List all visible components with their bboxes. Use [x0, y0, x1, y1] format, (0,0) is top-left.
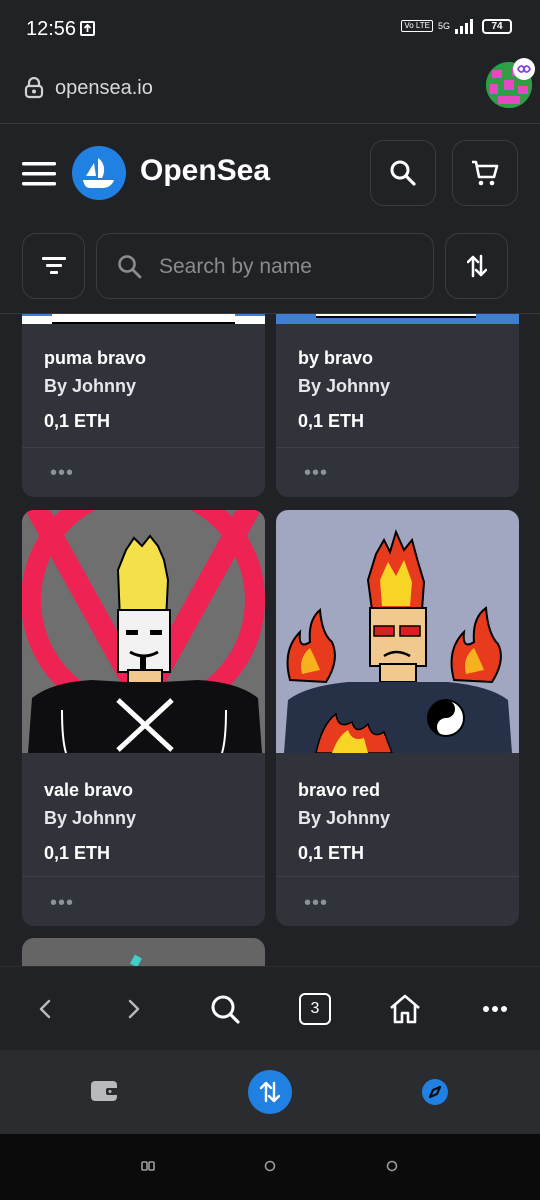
chevron-left-icon	[39, 999, 51, 1019]
wallet-badge-icon	[513, 58, 535, 80]
system-navigation-bar	[0, 1134, 540, 1200]
nft-title[interactable]: vale bravo	[44, 780, 133, 801]
nft-title[interactable]: bravo red	[298, 780, 380, 801]
sort-button[interactable]	[445, 233, 508, 299]
back-circle-icon	[386, 1160, 398, 1172]
browser-search-button[interactable]	[205, 989, 245, 1029]
filter-row	[0, 228, 540, 314]
nft-owner[interactable]: By Johnny	[298, 376, 390, 397]
back-button[interactable]	[25, 989, 65, 1029]
explore-button[interactable]	[421, 1078, 449, 1111]
lock-icon	[24, 77, 44, 99]
nft-image	[130, 954, 142, 966]
card-divider	[22, 876, 265, 877]
nft-card[interactable]: by bravo By Johnny 0,1 ETH •••	[276, 314, 519, 497]
upload-icon	[80, 21, 95, 36]
opensea-logo-icon[interactable]	[72, 146, 126, 200]
nft-card[interactable]: vale bravo By Johnny 0,1 ETH •••	[22, 510, 265, 926]
home-circle-icon	[264, 1160, 276, 1172]
recents-icon	[141, 1161, 155, 1171]
cart-icon	[472, 160, 499, 186]
opensea-header: OpenSea	[0, 124, 540, 228]
nft-price: 0,1 ETH	[44, 411, 111, 431]
url-text[interactable]: opensea.io	[55, 77, 153, 100]
nft-grid: puma bravo By Johnny 0,1 ETH ••• by brav…	[0, 314, 540, 966]
signal-icon	[455, 19, 473, 34]
chevron-right-icon	[128, 999, 140, 1019]
search-icon	[211, 995, 240, 1024]
more-menu-button[interactable]	[475, 989, 515, 1029]
nft-image	[276, 510, 519, 753]
browser-navigation-bar: 3	[0, 966, 540, 1050]
forward-button[interactable]	[114, 989, 154, 1029]
more-options-button[interactable]: •••	[50, 462, 74, 485]
network-type: 5G	[437, 21, 450, 31]
search-input[interactable]	[159, 250, 419, 284]
back-system-button[interactable]	[386, 1160, 398, 1175]
filter-icon	[41, 257, 66, 274]
wallet-icon	[91, 1081, 118, 1101]
search-field[interactable]	[96, 233, 434, 299]
swap-icon	[248, 1070, 292, 1114]
tabs-button[interactable]: 3	[295, 989, 335, 1029]
menu-icon[interactable]	[22, 162, 56, 186]
nft-card[interactable]: puma bravo By Johnny 0,1 ETH •••	[22, 314, 265, 497]
nft-image	[276, 314, 519, 324]
nft-card[interactable]: bravo red By Johnny 0,1 ETH •••	[276, 510, 519, 926]
more-options-button[interactable]: •••	[50, 892, 74, 915]
status-bar: 12:56 Vo LTE 5G 74	[0, 0, 540, 60]
filter-button[interactable]	[22, 233, 85, 299]
wallet-button[interactable]	[90, 1078, 120, 1109]
cart-button[interactable]	[452, 140, 518, 206]
card-divider	[276, 447, 519, 448]
more-options-button[interactable]: •••	[304, 462, 328, 485]
swap-button[interactable]	[248, 1070, 292, 1114]
card-divider	[276, 876, 519, 877]
nft-title[interactable]: puma bravo	[44, 348, 146, 369]
nft-owner[interactable]: By Johnny	[298, 808, 390, 829]
more-horizontal-icon	[483, 1006, 507, 1012]
nft-price: 0,1 ETH	[298, 411, 365, 431]
more-options-button[interactable]: •••	[304, 892, 328, 915]
search-icon	[390, 160, 416, 186]
recents-button[interactable]	[141, 1160, 155, 1174]
home-system-button[interactable]	[264, 1160, 276, 1175]
nft-owner[interactable]: By Johnny	[44, 376, 136, 397]
volte-indicator: Vo LTE	[401, 20, 433, 32]
brand-name[interactable]: OpenSea	[140, 154, 270, 188]
browser-url-bar[interactable]: opensea.io	[0, 60, 540, 124]
tab-count: 3	[299, 993, 331, 1025]
card-divider	[22, 447, 265, 448]
home-icon	[390, 994, 420, 1024]
sort-arrows-icon	[466, 254, 487, 278]
search-button[interactable]	[370, 140, 436, 206]
nft-image	[22, 510, 265, 753]
home-button[interactable]	[385, 989, 425, 1029]
search-icon	[118, 255, 142, 279]
wallet-toolbar	[0, 1050, 540, 1134]
nft-image	[22, 314, 265, 324]
nft-price: 0,1 ETH	[44, 843, 111, 863]
compass-icon	[422, 1079, 448, 1105]
nft-price: 0,1 ETH	[298, 843, 365, 863]
battery-level: 74	[482, 18, 512, 34]
nft-card[interactable]	[22, 938, 265, 966]
status-time: 12:56	[26, 18, 77, 40]
nft-owner[interactable]: By Johnny	[44, 808, 136, 829]
nft-title[interactable]: by bravo	[298, 348, 373, 369]
status-icons: Vo LTE 5G 74	[401, 18, 512, 34]
